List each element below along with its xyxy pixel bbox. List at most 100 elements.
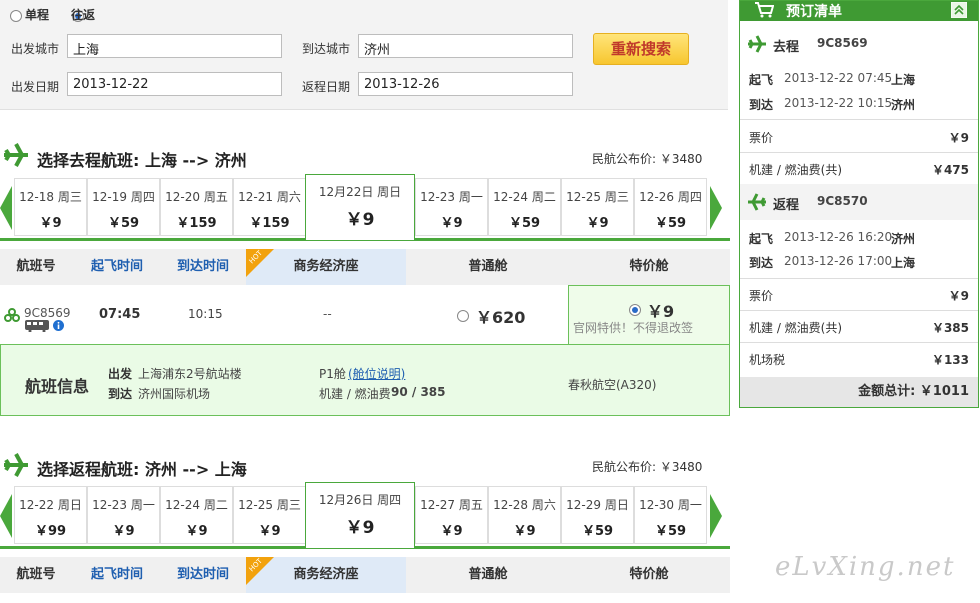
col-special: 特价舱 (629, 259, 669, 274)
prev-date-arrow-icon[interactable] (0, 186, 12, 230)
next-date-arrow-icon[interactable] (710, 186, 722, 230)
airport-tax-row: 机场税 ￥133 (749, 353, 969, 367)
ret-fare-row: 票价 ￥9 (749, 289, 969, 303)
ret-arr-row: 到达 2013-12-26 17:00 上海 (749, 254, 916, 270)
col-economy: 普通舱 (468, 259, 508, 274)
date-option[interactable]: 12-25 周三 ￥9 (233, 486, 306, 544)
plane-icon (4, 453, 28, 477)
outbound-label: 去程 (773, 40, 800, 55)
next-date-arrow-icon[interactable] (710, 494, 722, 538)
date-option[interactable]: 12-18 周三 ￥9 (14, 178, 87, 236)
summary-title: 预订清单 (786, 4, 842, 20)
col-arrive-time[interactable]: 到达时间 (164, 249, 242, 285)
flight-info-title: 航班信息 (25, 377, 90, 396)
date-option[interactable]: 12-27 周五 ￥9 (415, 486, 488, 544)
aircraft: 春秋航空(A320) (568, 378, 657, 392)
date-option[interactable]: 12-24 周二 ￥59 (488, 178, 561, 236)
ret-tax-row: 机建 / 燃油费(共) ￥385 (749, 321, 969, 335)
out-tax-row: 机建 / 燃油费(共) ￥475 (749, 163, 969, 177)
date-option[interactable]: 12-26 周四 ￥59 (634, 178, 707, 236)
flight-row: 9C8569 07:45 10:15 -- ￥620 ￥9 官网特供！不得退改签 (0, 285, 730, 345)
return-label: 返程 (773, 198, 800, 213)
tax-label: 机建 / 燃油费 (319, 387, 391, 401)
dep-label: 出发 (108, 367, 133, 381)
depart-time: 07:45 (99, 307, 141, 322)
hot-badge-icon: HOT (246, 557, 274, 585)
return-public-price: 民航公布价: ￥3480 (592, 460, 703, 474)
date-option[interactable]: 12-23 周一 ￥9 (87, 486, 160, 544)
flight-number[interactable]: 9C8569 (24, 306, 71, 320)
economy-price: ￥620 (476, 308, 526, 327)
selected-date[interactable]: 12月26日 周四 ￥9 (305, 482, 415, 548)
one-way-radio[interactable] (10, 9, 22, 22)
special-fare-cell[interactable]: ￥9 官网特供！不得退改签 (568, 285, 730, 345)
collapse-icon[interactable] (951, 2, 967, 18)
business-price: -- (323, 307, 332, 321)
outbound-public-price: 民航公布价: ￥3480 (592, 152, 703, 166)
date-option[interactable]: 12-29 周日 ￥59 (561, 486, 634, 544)
booking-summary: 预订清单 去程 9C8569 起飞 2013-12-22 07:45 上海 到达… (739, 0, 979, 408)
airline-logo-icon (4, 308, 20, 322)
out-arr-row: 到达 2013-12-22 10:15 济州 (749, 96, 916, 112)
return-title: 选择返程航班: 济州 --> 上海 (37, 460, 247, 479)
special-radio[interactable] (629, 303, 641, 316)
date-option[interactable]: 12-20 周五 ￥159 (160, 178, 233, 236)
date-option[interactable]: 12-22 周日 ￥99 (14, 486, 87, 544)
date-option[interactable]: 12-28 周六 ￥9 (488, 486, 561, 544)
summary-header: 预订清单 (740, 1, 978, 21)
date-option[interactable]: 12-30 周一 ￥59 (634, 486, 707, 544)
col-flight-no: 航班号 (16, 259, 56, 274)
depart-date-input[interactable]: 2013-12-22 (67, 72, 282, 96)
return-date-strip: 12-22 周日 ￥99 12-23 周一 ￥9 12-24 周二 ￥9 12-25 … (0, 482, 730, 549)
to-label: 到达城市 (302, 42, 351, 56)
date-option[interactable]: 12-19 周四 ￥59 (87, 178, 160, 236)
selected-date[interactable]: 12月22日 周日 ￥9 (305, 174, 415, 240)
from-city-input[interactable]: 上海 (67, 34, 282, 58)
economy-radio[interactable] (457, 309, 469, 322)
arr-label: 到达 (108, 387, 133, 401)
out-dep-row: 起飞 2013-12-22 07:45 上海 (749, 71, 916, 87)
return-flight-number: 9C8570 (817, 194, 868, 208)
hot-badge-icon: HOT (246, 249, 274, 277)
info-icon[interactable] (53, 320, 64, 331)
cart-icon (755, 2, 774, 18)
tax-value: 90 / 385 (391, 385, 446, 399)
plane-icon (748, 35, 766, 53)
col-arrive-time[interactable]: 到达时间 (164, 557, 242, 593)
date-option[interactable]: 12-25 周三 ￥9 (561, 178, 634, 236)
prev-date-arrow-icon[interactable] (0, 494, 12, 538)
depart-date-label: 出发日期 (11, 80, 60, 94)
return-date-input[interactable]: 2013-12-26 (358, 72, 573, 96)
ret-dep-row: 起飞 2013-12-26 16:20 济州 (749, 230, 916, 246)
outbound-flight-number: 9C8569 (817, 36, 868, 50)
return-table-header: 航班号 起飞时间 到达时间 商务经济座 HOT 普通舱 特价舱 (0, 557, 730, 593)
plane-return-icon (748, 193, 766, 211)
research-button[interactable]: 重新搜索 (593, 33, 689, 65)
plane-icon (4, 143, 28, 167)
date-option[interactable]: 12-23 周一 ￥9 (415, 178, 488, 236)
to-city-input[interactable]: 济州 (358, 34, 573, 58)
one-way-label: 单程 (25, 8, 50, 22)
out-fare-row: 票价 ￥9 (749, 131, 969, 145)
flight-info-panel: 航班信息 出发 上海浦东2号航站楼 到达 济州国际机场 P1舱 (舱位说明) 机… (0, 344, 730, 416)
outbound-table-header: 航班号 起飞时间 到达时间 商务经济座 HOT 普通舱 特价舱 (0, 249, 730, 285)
from-label: 出发城市 (11, 42, 60, 56)
arr-airport: 济州国际机场 (138, 387, 211, 401)
cabin-class: P1舱 (319, 367, 346, 381)
cabin-info-link[interactable]: (舱位说明) (348, 365, 405, 382)
arrive-time: 10:15 (188, 307, 223, 321)
dep-airport: 上海浦东2号航站楼 (138, 367, 242, 381)
search-panel: 单程 往返 出发城市 上海 到达城市 济州 出发日期 2013-12-22 返程… (0, 0, 728, 110)
round-trip-label: 往返 (71, 8, 96, 22)
col-depart-time[interactable]: 起飞时间 (78, 557, 156, 593)
total-amount: 金额总计: ￥1011 (740, 377, 978, 407)
date-option[interactable]: 12-24 周二 ￥9 (160, 486, 233, 544)
outbound-title: 选择去程航班: 上海 --> 济州 (37, 151, 247, 170)
date-option[interactable]: 12-21 周六 ￥159 (233, 178, 306, 236)
bus-icon (25, 320, 49, 332)
return-date-label: 返程日期 (302, 80, 351, 94)
col-economy: 普通舱 (468, 567, 508, 582)
col-depart-time[interactable]: 起飞时间 (78, 249, 156, 285)
outbound-date-strip: 12-18 周三 ￥9 12-19 周四 ￥59 12-20 周五 ￥159 12-2… (0, 174, 730, 241)
watermark-logo: eLvXing.net (775, 552, 956, 582)
